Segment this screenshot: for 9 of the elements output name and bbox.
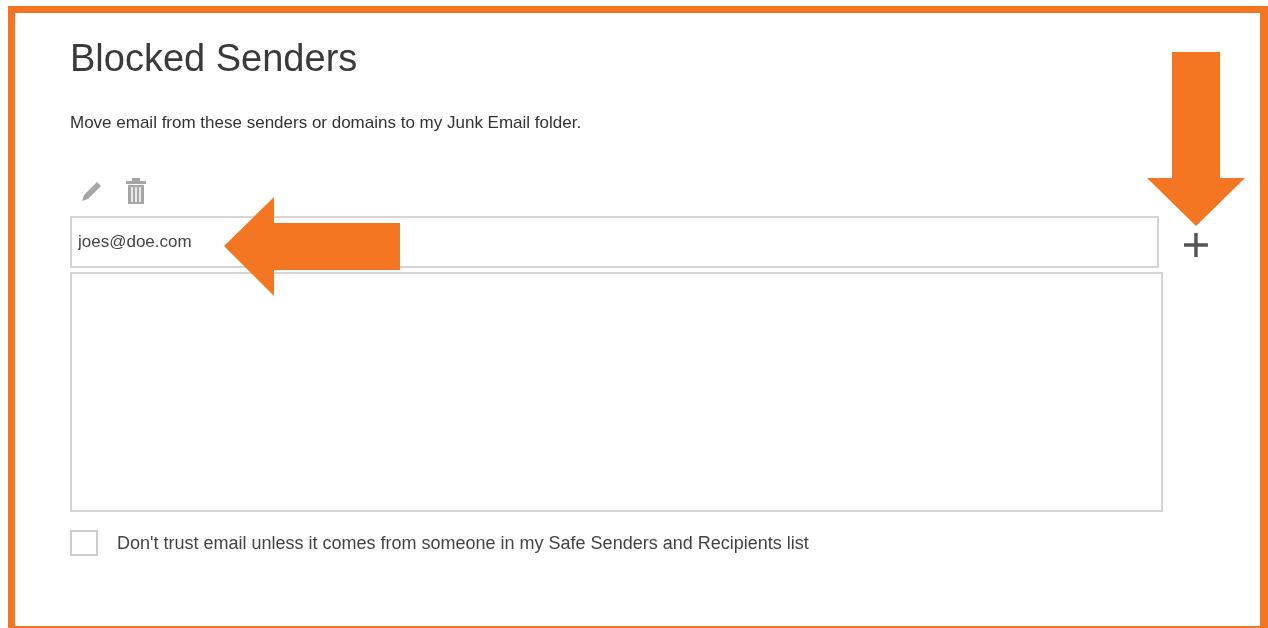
delete-icon[interactable] <box>124 177 148 205</box>
blocked-senders-list[interactable] <box>70 272 1163 512</box>
arrow-icon <box>1146 52 1246 228</box>
arrow-icon <box>224 197 402 297</box>
checkbox-label: Don't trust email unless it comes from someone in my Safe Senders and Recipients list <box>117 532 809 554</box>
add-icon[interactable] <box>1182 231 1210 259</box>
checkbox[interactable] <box>70 530 98 556</box>
page-title: Blocked Senders <box>70 36 359 81</box>
description-text: Move email from these senders or domains to my Junk Email folder. <box>70 112 583 134</box>
